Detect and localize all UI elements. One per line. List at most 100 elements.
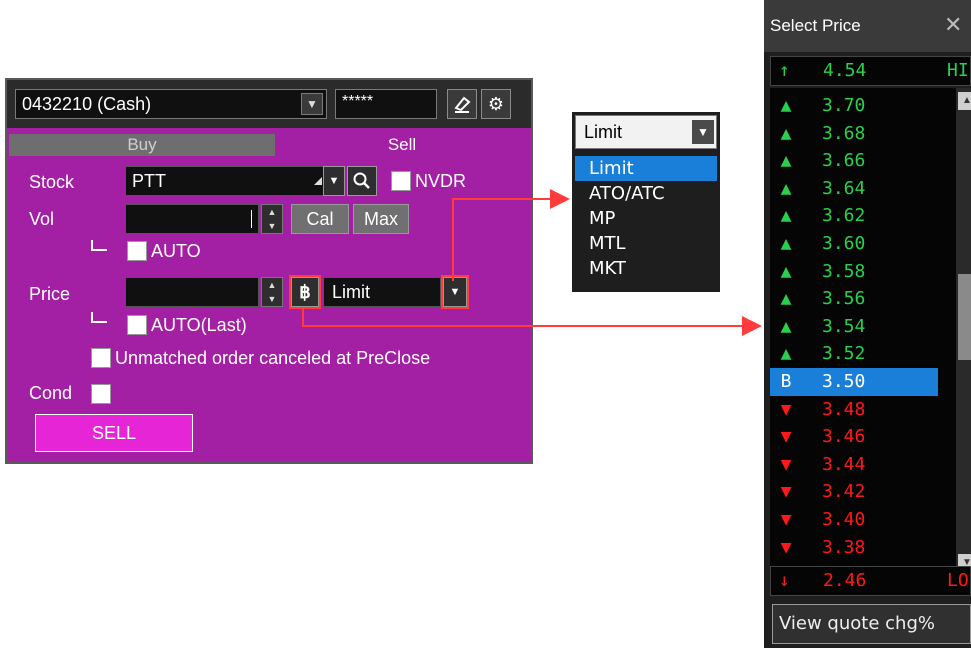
price-ladder: ▲ 3.70 ▲ 3.68 ▲ 3.66 ▲ 3.64 ▲ 3.62 ▲ 3.60 ▲ 3.58 ▲ 3.56… — [770, 88, 971, 586]
price-input[interactable] — [125, 277, 259, 307]
order-type-option[interactable]: ATO/ATC — [575, 181, 717, 206]
price-row[interactable]: B 3.50 — [770, 368, 938, 396]
price-panel-title: Select Price — [770, 16, 861, 35]
account-value: 0432210 (Cash) — [22, 94, 152, 114]
max-button[interactable]: Max — [353, 204, 409, 234]
auto-last-label: AUTO(Last) — [151, 315, 247, 335]
cond-label: Cond — [29, 383, 73, 403]
cond-checkbox[interactable] — [91, 384, 111, 404]
price-row[interactable]: ▼ 3.48 — [770, 396, 938, 424]
price-row[interactable]: ▲ 3.64 — [770, 175, 938, 203]
order-type-option[interactable]: Limit — [575, 156, 717, 181]
price-value: 3.68 — [822, 122, 866, 144]
price-row[interactable]: ▼ 3.42 — [770, 478, 938, 506]
scroll-thumb[interactable] — [958, 274, 971, 360]
nvdr-checkbox[interactable] — [391, 171, 411, 191]
triangle-up-icon: ▲ — [780, 315, 792, 337]
scrollbar[interactable]: ▲ ▼ — [956, 88, 971, 586]
order-type-select[interactable]: Limit ▼ — [575, 115, 717, 149]
auto-last-checkbox[interactable] — [127, 315, 147, 335]
search-icon[interactable] — [347, 166, 377, 196]
chevron-down-icon[interactable]: ▼ — [692, 120, 714, 144]
price-row[interactable]: ▲ 3.58 — [770, 258, 938, 286]
price-row[interactable]: ▲ 3.66 — [770, 147, 938, 175]
baht-price-picker-button[interactable]: ฿ — [289, 275, 321, 309]
triangle-up-icon: ▲ — [780, 150, 792, 172]
sell-button[interactable]: SELL — [35, 414, 193, 452]
triangle-down-icon: ▼ — [780, 481, 792, 503]
price-value: 3.56 — [822, 288, 866, 310]
price-value: 3.48 — [822, 398, 866, 420]
cal-button[interactable]: Cal — [291, 204, 349, 234]
triangle-up-icon: ▲ — [780, 260, 792, 282]
price-row[interactable]: ▼ 3.38 — [770, 534, 938, 562]
close-icon[interactable]: ✕ — [944, 12, 962, 38]
triangle-up-icon: ▲ — [780, 233, 792, 254]
low-price-row[interactable]: ↓ 2.46 LO — [770, 566, 971, 596]
triangle-up-icon: ▲ — [780, 343, 792, 365]
triangle-up-icon: ▲ — [780, 288, 792, 310]
price-row[interactable]: ▲ 3.52 — [770, 340, 938, 368]
tree-connector — [91, 312, 107, 323]
tab-buy[interactable]: Buy — [9, 134, 275, 156]
tree-connector — [91, 240, 107, 251]
price-row[interactable]: ▲ 3.62 — [770, 202, 938, 230]
text-cursor — [251, 210, 252, 228]
price-stepper[interactable]: ▲ ▼ — [261, 277, 283, 307]
price-label: Price — [29, 284, 71, 304]
unmatched-checkbox[interactable] — [91, 348, 111, 368]
gear-icon[interactable]: ⚙ — [481, 89, 511, 119]
high-price-label: HI — [947, 60, 969, 81]
eraser-icon[interactable] — [447, 89, 477, 119]
arrow-down-icon: ↓ — [779, 570, 790, 591]
price-row[interactable]: ▼ 3.44 — [770, 451, 938, 479]
chevron-down-icon[interactable]: ▼ — [301, 93, 323, 115]
triangle-down-icon: ▼ — [780, 453, 792, 475]
chevron-down-icon[interactable]: ▼ — [323, 166, 345, 196]
pin-input[interactable]: ***** — [335, 89, 437, 119]
scroll-up-icon[interactable]: ▲ — [958, 92, 971, 110]
price-row[interactable]: ▲ 3.60 — [770, 230, 938, 258]
vol-input[interactable] — [125, 204, 259, 234]
stock-label: Stock — [29, 172, 75, 192]
arrow-up-icon: ↑ — [779, 60, 790, 81]
low-price-label: LO — [947, 570, 969, 591]
vol-stepper[interactable]: ▲ ▼ — [261, 204, 283, 234]
price-row[interactable]: ▲ 3.56 — [770, 285, 938, 313]
price-row[interactable]: ▼ 3.46 — [770, 423, 938, 451]
order-type-dropdown: Limit ▼ Limit ATO/ATC MP MTL MKT — [572, 112, 720, 292]
order-type-option[interactable]: MP — [575, 206, 717, 231]
stock-value: PTT — [132, 171, 166, 191]
price-row[interactable]: ▲ 3.68 — [770, 120, 938, 148]
order-type-option[interactable]: MKT — [575, 256, 717, 281]
high-price-row[interactable]: ↑ 4.54 HI — [770, 56, 971, 86]
order-type-select[interactable]: Limit — [323, 277, 441, 307]
tab-sell[interactable]: Sell — [275, 134, 529, 156]
account-select[interactable]: 0432210 (Cash) ▼ — [15, 89, 327, 119]
high-price-value: 4.54 — [823, 60, 867, 81]
auto-checkbox[interactable] — [127, 241, 147, 261]
bid-marker: B — [780, 371, 792, 392]
triangle-down-icon: ▼ — [780, 398, 792, 420]
price-value: 3.38 — [822, 536, 866, 558]
price-row[interactable]: ▲ 3.70 — [770, 92, 938, 120]
select-price-panel: Select Price ✕ ↑ 4.54 HI ▲ 3.70 ▲ 3.68 ▲ 3.66… — [764, 0, 971, 648]
stock-input[interactable]: PTT — [125, 166, 345, 196]
chevron-down-icon[interactable]: ▼ — [441, 275, 469, 309]
price-value: 3.52 — [822, 343, 866, 365]
price-panel-header: Select Price ✕ — [764, 0, 971, 52]
low-price-value: 2.46 — [823, 570, 867, 591]
price-value: 3.54 — [822, 315, 866, 337]
price-value: 3.64 — [822, 177, 866, 199]
price-value: 3.60 — [822, 233, 866, 254]
price-row[interactable]: ▲ 3.54 — [770, 313, 938, 341]
order-panel: 0432210 (Cash) ▼ ***** ⚙ Buy Sell Stock … — [5, 78, 533, 464]
price-value: 3.70 — [822, 95, 866, 116]
price-value: 3.46 — [822, 426, 866, 448]
view-quote-chg-button[interactable]: View quote chg% — [772, 604, 971, 644]
triangle-down-icon: ▼ — [780, 426, 792, 448]
side-tabs: Buy Sell — [7, 134, 531, 156]
price-row[interactable]: ▼ 3.40 — [770, 506, 938, 534]
order-type-option[interactable]: MTL — [575, 231, 717, 256]
price-value: 3.42 — [822, 481, 866, 503]
